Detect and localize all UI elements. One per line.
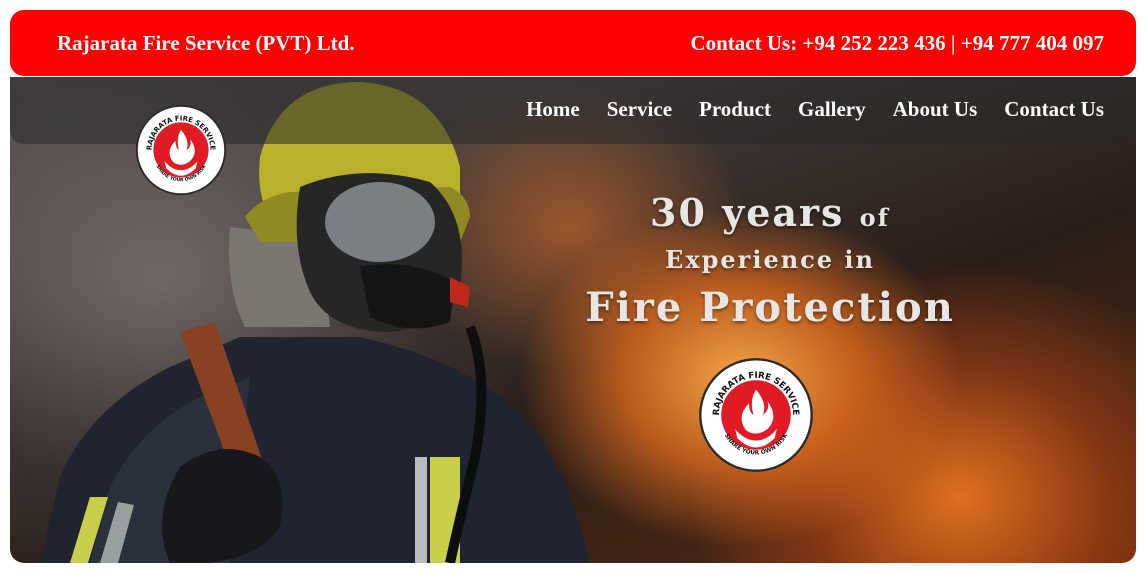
top-contact-bar: Rajarata Fire Service (PVT) Ltd. Contact… [10,10,1136,76]
headline-line-3: Fire Protection [585,284,955,331]
contact-phone-text[interactable]: Contact Us: +94 252 223 436 | +94 777 40… [690,31,1104,56]
site-logo[interactable]: RAJARATA FIRE SERVICE SHARE YOUR OWN RIS… [135,104,227,196]
nav-home[interactable]: Home [526,97,580,122]
nav-contact-us[interactable]: Contact Us [1004,97,1104,122]
company-name: Rajarata Fire Service (PVT) Ltd. [57,30,355,55]
headline-of: of [859,203,890,232]
main-nav: Home Service Product Gallery About Us Co… [526,97,1104,122]
nav-gallery[interactable]: Gallery [798,97,866,122]
nav-product[interactable]: Product [699,97,771,122]
headline-line-1: 30 years of [560,190,980,235]
headline-years: 30 years [650,190,845,235]
nav-about-us[interactable]: About Us [893,97,978,122]
firefighter-image [40,82,590,563]
headline-line-2: Experience in [665,245,875,274]
nav-service[interactable]: Service [607,97,672,122]
hero-logo: RAJARATA FIRE SERVICE SHARE YOUR OWN RIS… [699,358,813,472]
hero-headline: 30 years of Experience in Fire Protectio… [560,190,980,331]
